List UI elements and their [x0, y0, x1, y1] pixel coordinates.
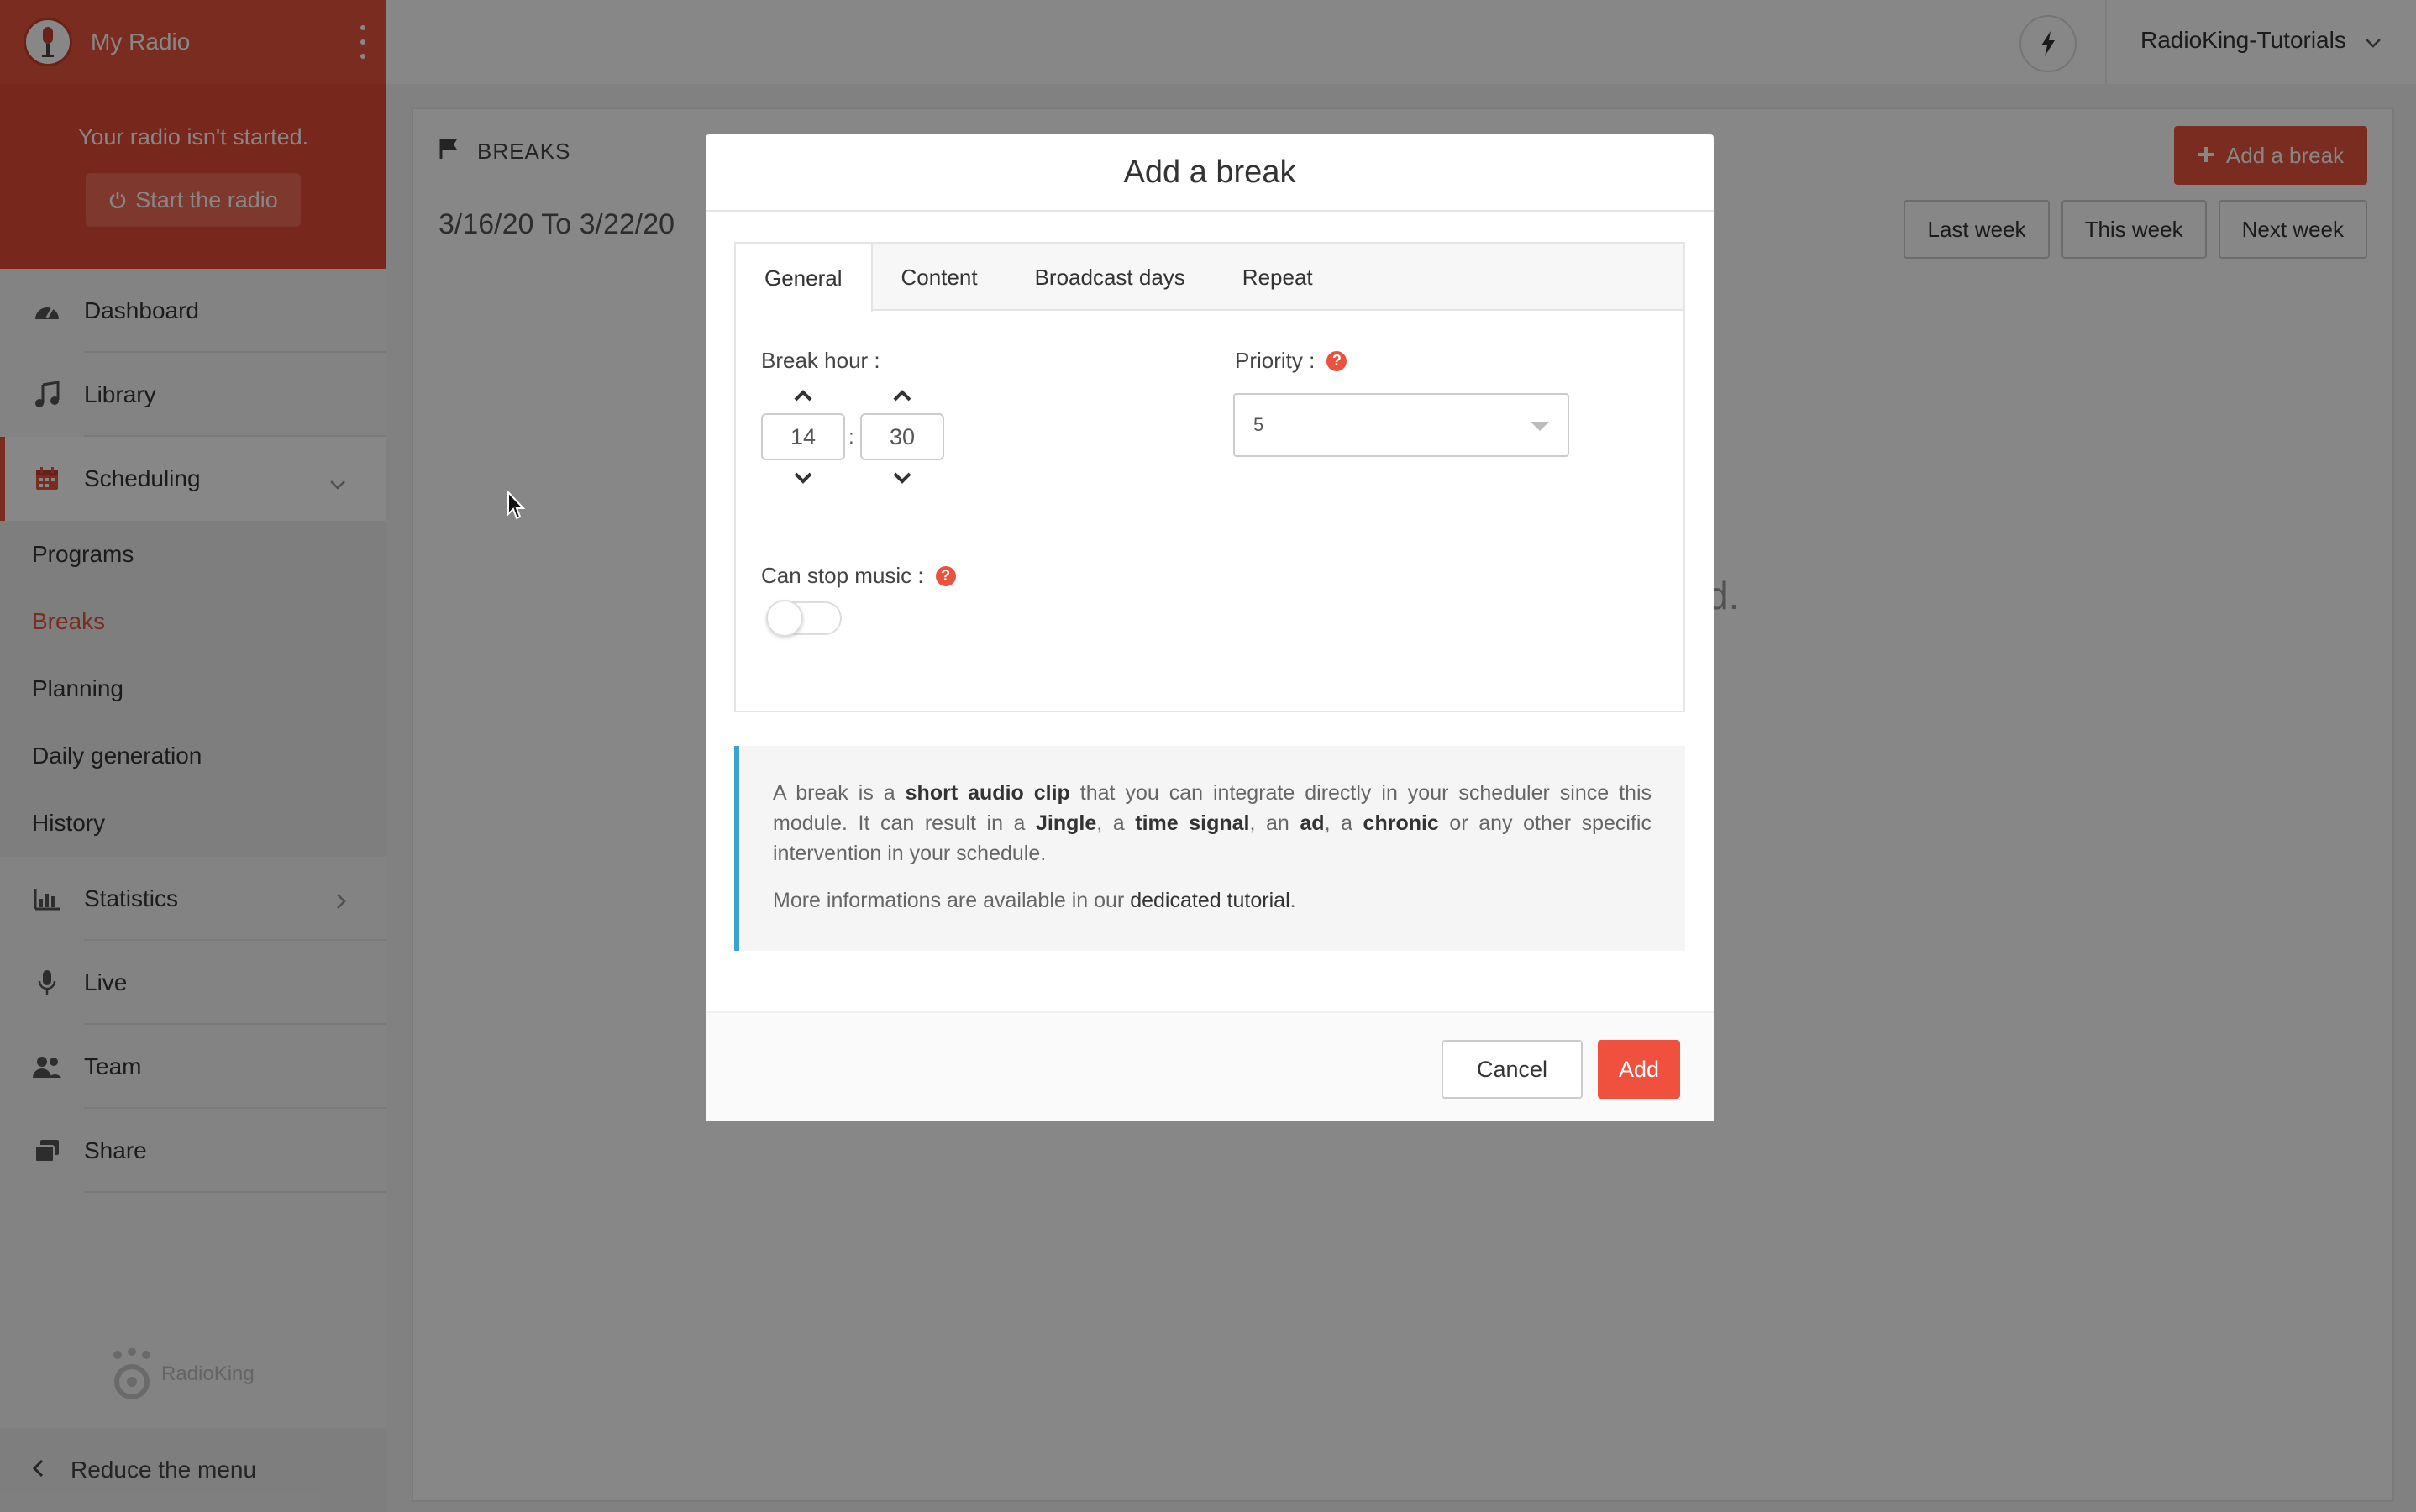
chevron-down-icon: [794, 472, 812, 484]
mouse-cursor-icon: [507, 490, 527, 525]
info-box: A break is a short audio clip that you c…: [734, 746, 1685, 951]
add-break-modal: Add a break General Content Broadcast da…: [706, 134, 1714, 1121]
info-paragraph-more: More informations are available in our d…: [773, 889, 1296, 912]
priority-value: 5: [1253, 414, 1264, 435]
break-hour-label: Break hour :: [761, 348, 880, 374]
dedicated-tutorial-link[interactable]: dedicated tutorial: [1130, 889, 1289, 912]
help-icon[interactable]: ?: [935, 565, 956, 586]
can-stop-music-toggle[interactable]: [766, 600, 842, 637]
minute-decrement-button[interactable]: [893, 465, 911, 491]
minute-input[interactable]: 30: [860, 413, 944, 460]
tab-strip: General Content Broadcast days Repeat: [736, 244, 1683, 312]
hour-increment-button[interactable]: [794, 383, 812, 408]
chevron-down-icon: [893, 472, 911, 484]
tab-general[interactable]: General: [736, 244, 873, 312]
hour-spinner: 14: [761, 383, 845, 491]
help-icon[interactable]: ?: [1326, 350, 1347, 371]
modal-title: Add a break: [706, 134, 1714, 212]
can-stop-music-label: Can stop music : ?: [761, 563, 956, 589]
time-separator: :: [848, 426, 854, 449]
tab-repeat[interactable]: Repeat: [1214, 244, 1342, 311]
tab-broadcast-days[interactable]: Broadcast days: [1006, 244, 1214, 311]
caret-down-icon: [1531, 422, 1549, 431]
info-paragraph: A break is a short audio clip that you c…: [773, 781, 1652, 865]
tab-content[interactable]: Content: [873, 244, 1006, 311]
cancel-button[interactable]: Cancel: [1442, 1040, 1583, 1099]
chevron-up-icon: [794, 390, 812, 402]
toggle-knob: [766, 600, 803, 637]
modal-footer: Cancel Add: [706, 1011, 1714, 1121]
can-stop-music-label-text: Can stop music :: [761, 563, 924, 588]
hour-input[interactable]: 14: [761, 413, 845, 460]
hour-decrement-button[interactable]: [794, 465, 812, 491]
chevron-up-icon: [893, 390, 911, 402]
add-button[interactable]: Add: [1598, 1040, 1680, 1099]
break-hour-label-text: Break hour :: [761, 348, 880, 373]
priority-label-text: Priority :: [1235, 348, 1316, 373]
priority-select[interactable]: 5: [1233, 393, 1569, 457]
minute-increment-button[interactable]: [893, 383, 911, 408]
priority-label: Priority : ?: [1235, 348, 1347, 374]
minute-spinner: 30: [860, 383, 944, 491]
